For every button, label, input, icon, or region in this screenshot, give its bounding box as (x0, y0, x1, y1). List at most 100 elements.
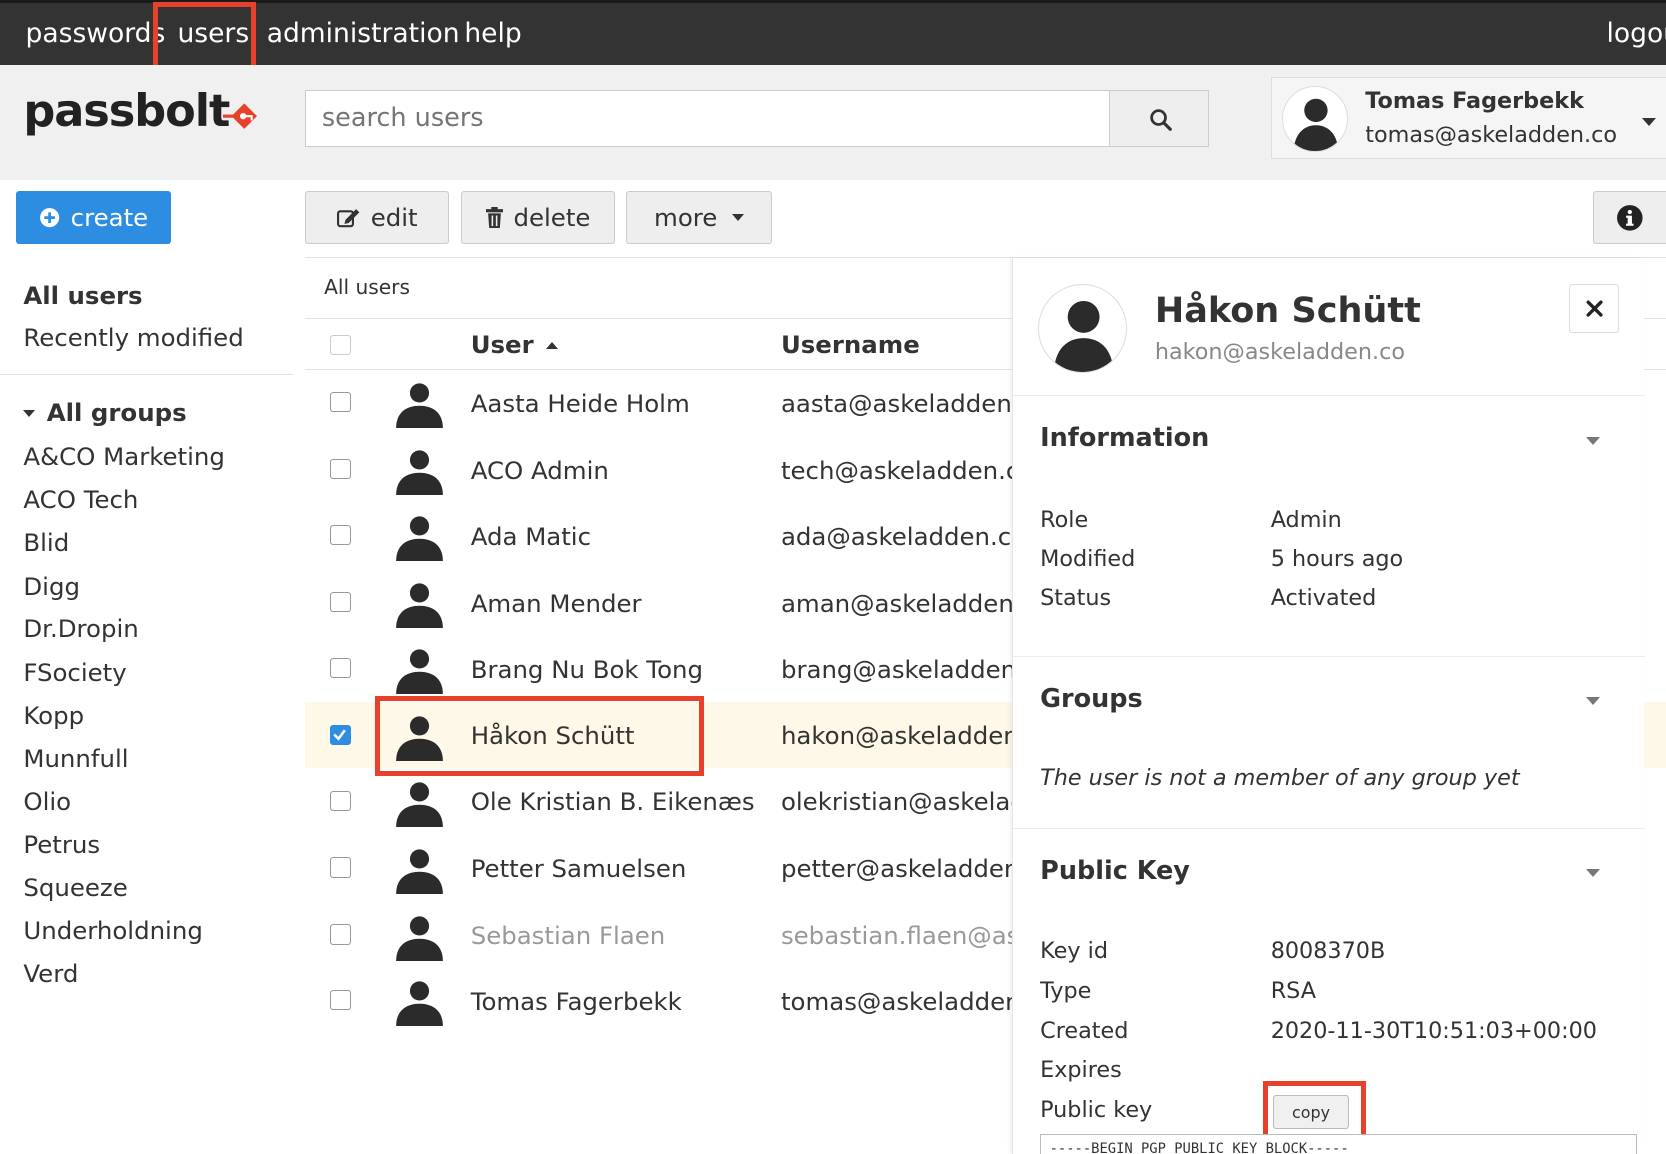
group-item[interactable]: Verd (23, 959, 78, 988)
trash-icon (485, 207, 503, 229)
row-checkbox[interactable] (330, 524, 351, 546)
profile-avatar (1282, 86, 1349, 152)
filter-all-users[interactable]: All users (23, 281, 142, 310)
checkmark-icon (333, 729, 347, 741)
group-item[interactable]: Kopp (23, 701, 84, 730)
groups-section-title[interactable]: Groups (1040, 684, 1143, 714)
group-item[interactable]: A&CO Marketing (23, 442, 225, 471)
user-full-name: Ada Matic (470, 521, 592, 551)
edit-button[interactable]: edit (304, 191, 450, 245)
public-key-section-title[interactable]: Public Key (1040, 856, 1190, 886)
column-header-username[interactable]: Username (781, 330, 920, 359)
avatar-silhouette-icon (396, 915, 444, 961)
user-full-name: Tomas Fagerbekk (470, 987, 682, 1017)
public-key-textarea[interactable]: -----BEGIN PGP PUBLIC KEY BLOCK----- (1040, 1133, 1638, 1154)
nav-help[interactable]: help (464, 18, 521, 49)
groups-collapse-icon[interactable] (1586, 697, 1601, 705)
all-groups-heading[interactable]: All groups (47, 398, 187, 427)
row-checkbox[interactable] (330, 990, 351, 1011)
status-value: Activated (1270, 585, 1377, 612)
create-button[interactable]: create (15, 191, 172, 245)
user-full-name: Sebastian Flaen (470, 921, 666, 951)
delete-label: delete (513, 203, 591, 233)
row-checkbox[interactable] (330, 857, 351, 878)
row-checkbox[interactable] (330, 724, 351, 745)
profile-email: tomas@askeladden.co (1365, 122, 1618, 149)
group-item[interactable]: Blid (23, 528, 69, 557)
select-all-checkbox[interactable] (330, 334, 351, 355)
sort-ascending-icon[interactable] (546, 342, 559, 350)
column-header-user[interactable]: User (471, 330, 534, 359)
nav-administration[interactable]: administration (267, 18, 460, 49)
group-item[interactable]: Munnfull (23, 744, 128, 773)
row-checkbox[interactable] (330, 591, 351, 612)
delete-button[interactable]: delete (461, 191, 616, 245)
avatar-silhouette-icon (396, 450, 444, 496)
groups-empty-message: The user is not a member of any group ye… (1040, 765, 1520, 791)
user-username: ada@askeladden.co (780, 521, 1013, 551)
information-section-title[interactable]: Information (1040, 423, 1209, 453)
group-item[interactable]: Underholdning (23, 916, 202, 945)
highlight-selected-user (375, 695, 705, 776)
more-button[interactable]: more (625, 191, 773, 245)
user-full-name: ACO Admin (470, 455, 609, 485)
user-username: tomas@askeladden.co (780, 987, 1013, 1017)
user-username: aman@askeladden.co (780, 588, 1013, 618)
avatar-silhouette-icon (396, 383, 444, 429)
info-panel-toggle-button[interactable] (1592, 191, 1666, 245)
close-button[interactable] (1569, 283, 1620, 333)
public-key-collapse-icon[interactable] (1586, 869, 1601, 877)
modified-label: Modified (1040, 546, 1136, 573)
modified-value: 5 hours ago (1270, 546, 1404, 573)
filter-recently-modified[interactable]: Recently modified (23, 323, 243, 352)
avatar-silhouette-icon (396, 848, 444, 894)
logo-mark-icon (223, 103, 258, 129)
create-label: create (70, 203, 149, 233)
key-type-label: Type (1040, 977, 1092, 1004)
key-created-value: 2020-11-30T10:51:03+00:00 (1270, 1017, 1597, 1044)
details-avatar (1038, 283, 1128, 373)
group-item[interactable]: Olio (23, 787, 71, 816)
information-collapse-icon[interactable] (1586, 436, 1601, 445)
user-full-name: Ole Kristian B. Eikenæs (470, 787, 755, 817)
caret-down-icon (732, 214, 745, 221)
key-id-value: 8008370B (1270, 938, 1386, 965)
details-email: hakon@askeladden.co (1154, 338, 1405, 365)
panel-divider (1012, 655, 1645, 657)
user-username: olekristian@askeladden.co (780, 787, 1013, 817)
row-checkbox[interactable] (330, 790, 351, 811)
group-item[interactable]: Digg (23, 572, 80, 601)
user-username: sebastian.flaen@askeladden.co (780, 921, 1013, 951)
group-item[interactable]: Dr.Dropin (23, 614, 138, 643)
logo-text: passbolt (23, 85, 230, 137)
public-key-label: Public key (1040, 1096, 1153, 1123)
group-item[interactable]: Squeeze (23, 873, 127, 902)
passbolt-logo[interactable]: passbolt (23, 85, 267, 144)
details-name: Håkon Schütt (1154, 290, 1421, 332)
search-input[interactable] (304, 90, 1111, 147)
avatar-silhouette-icon (396, 583, 444, 628)
user-profile-dropdown[interactable]: Tomas Fagerbekk tomas@askeladden.co (1270, 76, 1666, 160)
row-checkbox[interactable] (330, 924, 351, 945)
more-label: more (654, 203, 718, 233)
nav-passwords[interactable]: passwords (26, 18, 166, 49)
row-checkbox[interactable] (330, 657, 351, 678)
status-label: Status (1040, 585, 1112, 612)
user-username: tech@askeladden.co (780, 455, 1013, 485)
user-full-name: Aasta Heide Holm (470, 388, 690, 418)
key-id-label: Key id (1040, 938, 1108, 965)
nav-logout[interactable]: logou (1607, 18, 1666, 49)
key-created-label: Created (1040, 1017, 1129, 1044)
highlight-users-nav (153, 2, 257, 74)
group-item[interactable]: FSociety (23, 658, 126, 687)
avatar-silhouette-icon (396, 981, 444, 1027)
groups-collapse-icon[interactable] (23, 410, 36, 417)
avatar-silhouette-icon (1054, 300, 1114, 372)
group-item[interactable]: Petrus (23, 830, 100, 859)
avatar-silhouette-icon (396, 782, 444, 827)
search-button[interactable] (1109, 90, 1210, 147)
group-item[interactable]: ACO Tech (23, 485, 138, 514)
row-checkbox[interactable] (330, 459, 351, 480)
user-full-name: Aman Mender (470, 588, 642, 618)
row-checkbox[interactable] (330, 392, 351, 413)
